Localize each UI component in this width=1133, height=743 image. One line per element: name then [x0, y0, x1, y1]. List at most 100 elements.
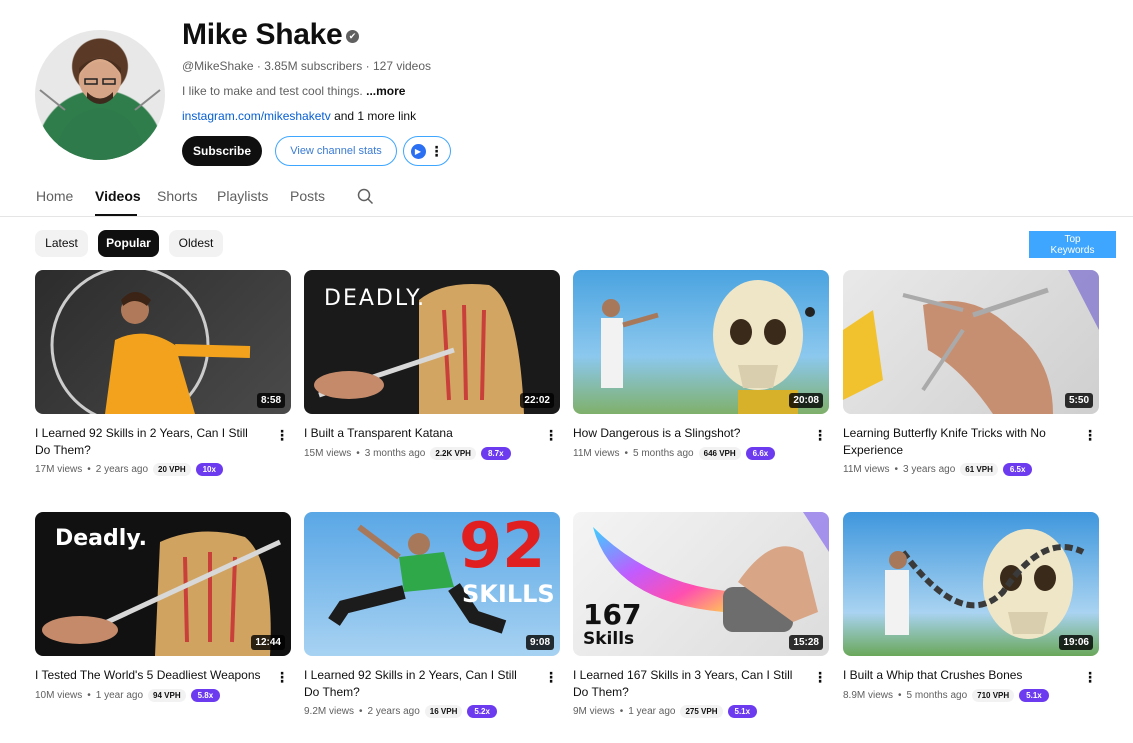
more-vert-icon[interactable]: ⋮ [275, 427, 289, 444]
more-vert-icon[interactable]: ⋮ [544, 669, 558, 686]
thumbnail-art [50, 270, 251, 414]
channel-avatar[interactable] [35, 30, 165, 160]
avatar-drawing [39, 58, 161, 160]
video-card[interactable]: 5:50 Learning Butterfly Knife Tricks wit… [843, 270, 1099, 476]
more-vert-icon[interactable]: ⋮ [813, 427, 827, 444]
extension-button[interactable]: ▶ ⋮ [403, 136, 451, 166]
video-card[interactable]: 20:08 How Dangerous is a Slingshot? ⋮ 11… [573, 270, 829, 460]
subscribe-button[interactable]: Subscribe [182, 136, 262, 166]
view-count: 10M views [35, 690, 83, 701]
active-tab-indicator [95, 214, 137, 216]
thumbnail-caption: 167 [583, 598, 642, 631]
top-keywords-line2: Keywords [1050, 245, 1095, 256]
vph-badge: 16 VPH [424, 705, 463, 718]
multiplier-badge: 6.5x [1002, 463, 1033, 476]
video-thumbnail[interactable]: 167 Skills 15:28 [573, 512, 829, 656]
video-title[interactable]: Learning Butterfly Knife Tricks with No … [843, 425, 1073, 459]
video-card[interactable]: DEADLY. 22:02 I Built a Transparent Kata… [304, 270, 560, 460]
top-keywords-button[interactable]: Top Keywords [1029, 231, 1116, 258]
video-duration: 9:08 [525, 635, 554, 650]
video-title[interactable]: How Dangerous is a Slingshot? [573, 425, 803, 442]
channel-description[interactable]: I like to make and test cool things. ...… [182, 84, 405, 98]
view-count: 11M views [843, 464, 890, 475]
channel-meta: @MikeShake · 3.85M subscribers · 127 vid… [182, 59, 431, 73]
video-stats: 9.2M views • 2 years ago 16 VPH 5.2x [304, 705, 497, 718]
more-vert-icon[interactable]: ⋮ [1083, 427, 1097, 444]
video-card[interactable]: 167 Skills 15:28 I Learned 167 Skills in… [573, 512, 829, 718]
thumbnail-subcaption: Skills [583, 629, 635, 649]
video-thumbnail[interactable]: DEADLY. 22:02 [304, 270, 560, 414]
thumbnail-caption: Deadly. [55, 526, 147, 551]
view-count: 15M views [304, 448, 352, 459]
video-title[interactable]: I Tested The World's 5 Deadliest Weapons [35, 667, 265, 684]
chip-latest[interactable]: Latest [35, 230, 88, 257]
tab-posts[interactable]: Posts [290, 188, 325, 204]
ext-logo-icon: ▶ [410, 143, 426, 159]
channel-handle: @MikeShake [182, 59, 254, 73]
instagram-link[interactable]: instagram.com/mikeshaketv [182, 109, 331, 123]
video-title[interactable]: I Learned 167 Skills in 3 Years, Can I S… [573, 667, 803, 701]
video-card[interactable]: 8:58 I Learned 92 Skills in 2 Years, Can… [35, 270, 291, 476]
tab-shorts[interactable]: Shorts [157, 188, 197, 204]
tab-home[interactable]: Home [36, 188, 73, 204]
more-vert-icon[interactable]: ⋮ [544, 427, 558, 444]
channel-name: Mike Shake [182, 18, 343, 51]
multiplier-badge: 6.6x [745, 447, 776, 460]
video-stats: 11M views • 3 years ago 61 VPH 6.5x [843, 463, 1033, 476]
search-icon[interactable] [357, 188, 374, 210]
more-links-text[interactable]: and 1 more link [334, 109, 416, 123]
video-title[interactable]: I Learned 92 Skills in 2 Years, Can I St… [35, 425, 265, 459]
more-vert-icon[interactable]: ⋮ [1083, 669, 1097, 686]
meta-separator: · [256, 59, 261, 73]
video-card[interactable]: 19:06 I Built a Whip that Crushes Bones … [843, 512, 1099, 702]
tab-videos[interactable]: Videos [95, 188, 141, 204]
more-link[interactable]: ...more [366, 84, 405, 98]
chip-popular[interactable]: Popular [98, 230, 159, 257]
upload-age: 1 year ago [95, 690, 144, 701]
video-stats: 17M views • 2 years ago 20 VPH 10x [35, 463, 223, 476]
multiplier-badge: 5.1x [727, 705, 758, 718]
chip-oldest[interactable]: Oldest [169, 230, 223, 257]
multiplier-badge: 10x [195, 463, 223, 476]
vph-badge: 20 VPH [153, 463, 191, 476]
video-duration: 22:02 [520, 393, 554, 408]
tab-playlists[interactable]: Playlists [217, 188, 268, 204]
video-thumbnail[interactable]: 19:06 [843, 512, 1099, 656]
view-channel-stats-button[interactable]: View channel stats [275, 136, 397, 166]
verified-check-icon: ✔ [346, 30, 359, 43]
video-duration: 8:58 [256, 393, 285, 408]
video-card[interactable]: Deadly. 12:44 I Tested The World's 5 Dea… [35, 512, 291, 702]
video-duration: 15:28 [789, 635, 823, 650]
vph-badge: 275 VPH [680, 705, 723, 718]
vph-badge: 646 VPH [698, 447, 741, 460]
video-thumbnail[interactable]: 92 SKILLS 9:08 [304, 512, 560, 656]
description-text: I like to make and test cool things. [182, 84, 363, 98]
video-card[interactable]: 92 SKILLS 9:08 I Learned 92 Skills in 2 … [304, 512, 560, 718]
video-title[interactable]: I Built a Transparent Katana [304, 425, 534, 442]
video-duration: 20:08 [789, 393, 823, 408]
more-vert-icon[interactable]: ⋮ [813, 669, 827, 686]
video-thumbnail[interactable]: 5:50 [843, 270, 1099, 414]
video-stats: 15M views • 3 months ago 2.2K VPH 8.7x [304, 447, 511, 460]
more-vert-icon: ⋮ [429, 143, 444, 159]
stats-separator: • [624, 448, 629, 459]
video-thumbnail[interactable]: 8:58 [35, 270, 291, 414]
vph-badge: 710 VPH [972, 689, 1015, 702]
multiplier-badge: 5.8x [190, 689, 221, 702]
view-count: 9.2M views [304, 706, 355, 717]
video-thumbnail[interactable]: Deadly. 12:44 [35, 512, 291, 656]
subscriber-count: 3.85M subscribers [264, 59, 363, 73]
vph-badge: 2.2K VPH [430, 447, 476, 460]
video-thumbnail[interactable]: 20:08 [573, 270, 829, 414]
upload-age: 2 years ago [367, 706, 420, 717]
video-title[interactable]: I Built a Whip that Crushes Bones [843, 667, 1073, 684]
vph-badge: 61 VPH [960, 463, 998, 476]
stats-separator: • [894, 464, 899, 475]
upload-age: 3 months ago [364, 448, 426, 459]
video-duration: 12:44 [251, 635, 285, 650]
view-count: 17M views [35, 464, 83, 475]
more-vert-icon[interactable]: ⋮ [275, 669, 289, 686]
video-title[interactable]: I Learned 92 Skills in 2 Years, Can I St… [304, 667, 534, 701]
view-count: 9M views [573, 706, 615, 717]
stats-separator: • [898, 690, 902, 701]
